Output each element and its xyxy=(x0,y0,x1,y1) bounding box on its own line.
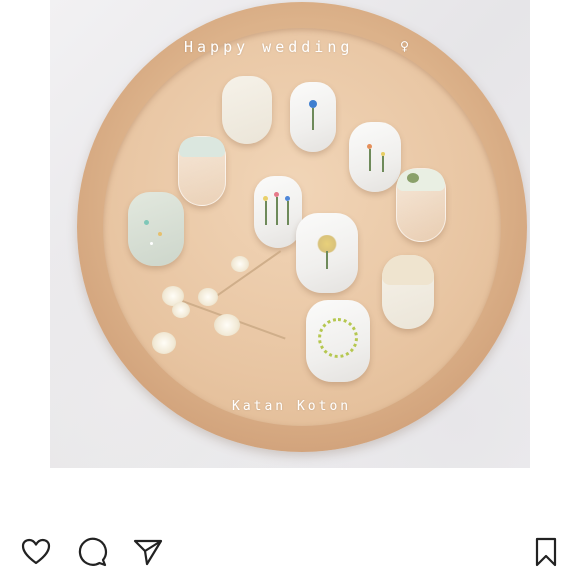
dried-flower xyxy=(214,314,240,336)
post-action-bar xyxy=(0,520,580,580)
dried-flower xyxy=(231,256,249,272)
overlay-credit: Katan Koton xyxy=(232,399,352,414)
bookmark-icon xyxy=(535,537,557,567)
nail-wreath xyxy=(306,300,370,382)
nail-clear-mint-tip xyxy=(178,136,226,206)
dried-flower xyxy=(152,332,176,354)
dried-flower xyxy=(198,288,218,306)
female-symbol-icon: ♀ xyxy=(400,37,414,55)
post-image[interactable]: Happy wedding ♀ Katan Koton xyxy=(50,0,530,468)
heart-icon xyxy=(21,538,51,565)
nail-clear-green-tip xyxy=(396,168,446,242)
save-button[interactable] xyxy=(530,536,562,568)
nail-blue-flower xyxy=(290,82,336,152)
comment-icon xyxy=(78,537,108,567)
nail-mint-shell xyxy=(128,192,184,266)
nail-bouquet xyxy=(296,213,358,293)
like-button[interactable] xyxy=(20,536,52,568)
nail-wildflower-white xyxy=(349,122,401,192)
comment-button[interactable] xyxy=(76,536,108,568)
share-button[interactable] xyxy=(132,536,164,568)
nail-glitter-cream xyxy=(222,76,272,144)
dried-flower xyxy=(172,302,190,318)
send-icon xyxy=(133,539,163,566)
nail-multi-flower xyxy=(254,176,302,248)
overlay-title: Happy wedding xyxy=(184,38,354,56)
nail-cream-gold-tip xyxy=(382,255,434,329)
